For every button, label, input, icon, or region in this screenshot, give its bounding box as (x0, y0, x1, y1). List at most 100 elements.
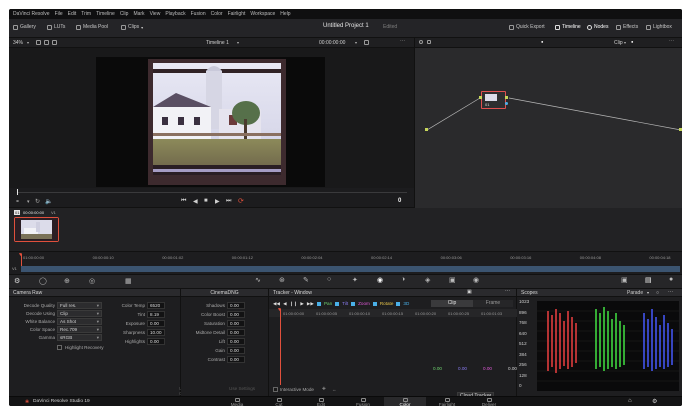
more-options-icon[interactable]: ··· (669, 38, 674, 44)
timeline-name[interactable]: Timeline 1 (206, 40, 229, 46)
pan-checkbox[interactable] (316, 301, 321, 306)
rotate-checkbox[interactable] (372, 301, 377, 306)
chevron-down-icon[interactable]: ▾ (647, 290, 649, 295)
menu-item-2[interactable]: Edit (68, 11, 77, 17)
more-options-icon[interactable]: ··· (668, 289, 673, 295)
nodes-toggle[interactable]: Nodes (587, 24, 608, 30)
stereo-3d-icon[interactable]: ◉ (473, 276, 479, 284)
page-tab-fairlight[interactable]: Fairlight (426, 397, 468, 406)
luts-button[interactable]: LUTs (47, 24, 65, 30)
stabilizer-icon[interactable]: ⚬ (15, 198, 20, 205)
magic-mask-icon[interactable]: ◉ (377, 276, 383, 284)
quick-export-button[interactable]: Quick Export (509, 24, 545, 30)
mini-timeline[interactable]: 01:00:00:00 00:00:00:10 00:00:01:02 00:00:0… (9, 252, 682, 274)
blur-icon[interactable]: ◑ (401, 276, 405, 283)
track-reverse-step-icon[interactable]: ◀ (283, 301, 287, 307)
lift-field[interactable]: 0.00 (227, 338, 245, 345)
gallery-button[interactable]: Gallery (13, 24, 36, 30)
camera-raw-icon[interactable]: ⚙ (14, 277, 20, 285)
sharpness-field[interactable]: 10.00 (147, 329, 165, 336)
menu-item-9[interactable]: Fusion (191, 11, 206, 17)
decode-using-select[interactable]: Clip (57, 310, 102, 317)
shadows-field[interactable]: 0.00 (227, 302, 245, 309)
node-alpha-output-icon[interactable] (505, 102, 508, 105)
window-icon[interactable]: ○ (327, 276, 331, 283)
track-reverse-icon[interactable]: ◀◀ (273, 301, 280, 307)
menu-item-11[interactable]: Fairlight (228, 11, 246, 17)
viewer-scrubber[interactable] (9, 188, 414, 197)
tracker-options-icon[interactable]: ▣ (467, 289, 472, 295)
keyframes-icon[interactable]: ● (669, 276, 673, 283)
home-icon[interactable]: ⌂ (628, 398, 632, 404)
stop-icon[interactable]: ■ (204, 198, 208, 204)
page-tab-fusion[interactable]: Fusion (342, 397, 384, 406)
viewer-mode-icon[interactable] (36, 40, 41, 45)
clips-button[interactable]: Clips ▾ (121, 24, 143, 30)
timeline-clip[interactable] (21, 266, 680, 272)
white-balance-select[interactable]: As Shot (57, 318, 102, 325)
more-options-icon[interactable]: ··· (505, 288, 510, 294)
play-reverse-icon[interactable]: ◀ (193, 198, 198, 205)
tilt-checkbox[interactable] (335, 301, 340, 306)
rgb-mixer-icon[interactable]: ▦ (125, 277, 132, 285)
scope-settings-icon[interactable]: ○ (656, 290, 659, 296)
playhead-marker-icon[interactable]: ▼ (18, 252, 23, 258)
saturation-field[interactable]: 0.00 (227, 320, 245, 327)
more-options-icon[interactable]: ··· (400, 38, 405, 44)
scrub-playhead[interactable] (17, 189, 18, 195)
color-space-select[interactable]: Rec.709 (57, 326, 102, 333)
grade-icon[interactable] (52, 40, 57, 45)
clip-mode-button[interactable]: Clip (431, 300, 473, 307)
hdr-wheels-icon[interactable]: ◎ (89, 277, 95, 285)
playhead-marker-icon[interactable]: ▼ (277, 307, 282, 313)
timeline-toggle[interactable]: Timeline (555, 24, 581, 30)
sizing-icon[interactable]: ▣ (449, 276, 456, 284)
gamma-select[interactable]: sRGB (57, 334, 102, 341)
menu-item-5[interactable]: Clip (120, 11, 129, 17)
track-forward-icon[interactable]: ▶▶ (307, 301, 314, 307)
loop-icon[interactable]: ↻ (35, 198, 40, 205)
video-frame[interactable] (96, 57, 325, 187)
page-tab-deliver[interactable]: Deliver (468, 397, 510, 406)
track-forward-step-icon[interactable]: ▶ (300, 301, 304, 307)
tint-field[interactable]: 8.19 (147, 311, 165, 318)
media-pool-button[interactable]: Media Pool (76, 24, 108, 30)
menu-item-13[interactable]: Help (280, 11, 290, 17)
play-icon[interactable]: ▶ (215, 198, 220, 205)
menu-item-3[interactable]: Trim (81, 11, 91, 17)
decode-quality-select[interactable]: Full res. (57, 302, 102, 309)
menu-item-1[interactable]: File (55, 11, 63, 17)
page-tab-media[interactable]: Media (216, 397, 258, 406)
qualifier-icon[interactable]: ✎ (303, 276, 309, 284)
chevron-down-icon[interactable]: ▾ (27, 40, 29, 45)
3d-checkbox[interactable] (396, 301, 401, 306)
settings-icon[interactable]: ⚙ (652, 398, 657, 405)
contrast-field[interactable]: 0.00 (227, 356, 245, 363)
info-icon[interactable]: ▣ (621, 276, 628, 284)
node-mode-select[interactable]: Clip (614, 40, 623, 46)
menu-item-4[interactable]: Timeline (96, 11, 115, 17)
effects-toggle[interactable]: Effects (616, 24, 638, 30)
key-icon[interactable]: ◈ (425, 276, 430, 284)
use-settings-button[interactable]: Use Settings (229, 386, 255, 391)
page-tab-color[interactable]: Color (384, 397, 426, 406)
menu-item-6[interactable]: Mark (133, 11, 144, 17)
track-stop-icon[interactable]: ❙❙ (290, 301, 298, 307)
viewer[interactable] (9, 48, 414, 188)
highlights-field[interactable]: 0.00 (147, 338, 165, 345)
menu-item-10[interactable]: Color (211, 11, 223, 17)
frame-point-icon[interactable]: ↔ (332, 387, 337, 392)
node-view-icon[interactable] (427, 40, 431, 44)
chevron-down-icon[interactable]: ▾ (27, 199, 30, 205)
tracker-icon[interactable]: ✦ (352, 276, 358, 284)
audio-icon[interactable]: 🔈 (45, 198, 52, 205)
chevron-down-icon[interactable]: ▾ (355, 40, 357, 45)
exposure-field[interactable]: 0.00 (147, 320, 165, 327)
frame-mode-button[interactable]: Frame (473, 300, 513, 307)
loop-playback-icon[interactable]: ⟳ (238, 197, 244, 205)
split-screen-icon[interactable] (44, 40, 49, 45)
highlight-recovery-checkbox[interactable] (57, 345, 62, 350)
menu-item-7[interactable]: View (150, 11, 161, 17)
color-boost-field[interactable]: 0.00 (227, 311, 245, 318)
node-tool-icon[interactable] (419, 40, 423, 44)
